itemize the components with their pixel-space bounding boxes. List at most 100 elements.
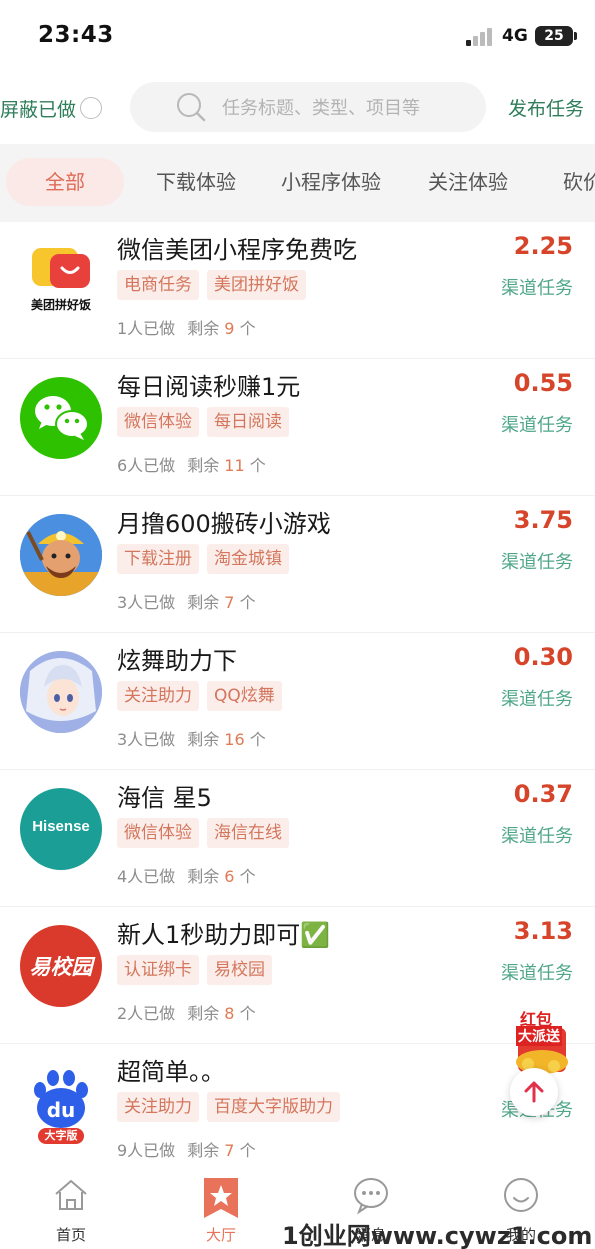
task-item[interactable]: 炫舞助力下 关注助力 QQ炫舞 3人已做 剩余 16 个 0.30 渠道任务 bbox=[0, 633, 595, 770]
search-input[interactable]: 任务标题、类型、项目等 bbox=[130, 82, 486, 132]
hide-done-toggle[interactable]: 屏蔽已做 bbox=[0, 94, 103, 122]
task-title: 新人1秒助力即可✅ bbox=[117, 921, 331, 949]
task-meta: 4人已做 剩余 6 个 bbox=[117, 863, 256, 887]
task-price: 2.25 bbox=[513, 232, 573, 260]
task-price: 0.55 bbox=[513, 369, 573, 397]
task-price: 0.37 bbox=[513, 780, 573, 808]
task-item[interactable]: 美团拼好饭 微信美团小程序免费吃 电商任务 美团拼好饭 1人已做 剩余 9 个 2… bbox=[0, 222, 595, 359]
remain-prefix: 剩余 bbox=[187, 730, 220, 749]
task-tag: 认证绑卡 bbox=[117, 955, 199, 985]
task-item[interactable]: 每日阅读秒赚1元 微信体验 每日阅读 6人已做 剩余 11 个 0.55 渠道任务 bbox=[0, 359, 595, 496]
yixiaoyuan-icon-text: 易校园 bbox=[29, 955, 93, 979]
remain-suffix: 个 bbox=[239, 1141, 256, 1160]
scroll-top-button[interactable] bbox=[510, 1068, 558, 1116]
done-count: 4人已做 bbox=[117, 867, 176, 886]
home-icon bbox=[55, 1180, 87, 1210]
watermark-text: 1创业网www.cywz1.com bbox=[282, 1222, 593, 1249]
task-tag: 易校园 bbox=[207, 955, 272, 985]
tab-mini-program[interactable]: 小程序体验 bbox=[281, 158, 381, 206]
remain-count: 6 bbox=[224, 867, 235, 886]
done-count: 2人已做 bbox=[117, 1004, 176, 1023]
task-meta: 2人已做 剩余 8 个 bbox=[117, 1000, 256, 1024]
done-count: 6人已做 bbox=[117, 456, 176, 475]
meituan-pinhaofan-icon: 美团拼好饭 bbox=[20, 240, 102, 322]
task-title: 微信美团小程序免费吃 bbox=[117, 236, 357, 264]
qq-dance-icon bbox=[20, 651, 102, 733]
publish-task-button[interactable]: 发布任务 bbox=[508, 94, 584, 121]
task-tag: 每日阅读 bbox=[207, 407, 289, 437]
baidu-icon-subtext: 大字版 bbox=[44, 1129, 78, 1142]
nav-home[interactable]: 首页 bbox=[21, 1174, 121, 1245]
task-channel: 渠道任务 bbox=[501, 278, 573, 299]
task-meta: 1人已做 剩余 9 个 bbox=[117, 315, 256, 339]
remain-count: 7 bbox=[224, 593, 235, 612]
baidu-du-icon: du 大字版 bbox=[20, 1062, 102, 1144]
remain-count: 8 bbox=[224, 1004, 235, 1023]
remain-prefix: 剩余 bbox=[187, 319, 220, 338]
profile-icon bbox=[504, 1178, 538, 1212]
task-price: 3.13 bbox=[513, 917, 573, 945]
task-tag: 百度大字版助力 bbox=[207, 1092, 340, 1122]
task-tag: 关注助力 bbox=[117, 681, 199, 711]
category-tabs: 全部 下载体验 小程序体验 关注体验 砍价 bbox=[0, 144, 595, 222]
remain-count: 11 bbox=[224, 456, 245, 475]
tab-download[interactable]: 下载体验 bbox=[156, 158, 236, 206]
task-item[interactable]: Hisense 海信 星5 微信体验 海信在线 4人已做 剩余 6 个 0.37 … bbox=[0, 770, 595, 907]
remain-prefix: 剩余 bbox=[187, 456, 220, 475]
task-title: 超简单。。 bbox=[117, 1058, 225, 1086]
task-price: 3.75 bbox=[513, 506, 573, 534]
arrow-up-icon bbox=[524, 1081, 544, 1103]
nav-hall-label: 大厅 bbox=[205, 1226, 236, 1244]
red-packet-line2: 大派送 bbox=[516, 1026, 562, 1046]
task-meta: 6人已做 剩余 11 个 bbox=[117, 452, 266, 476]
task-tags: 微信体验 每日阅读 bbox=[117, 407, 297, 437]
search-row: 屏蔽已做 任务标题、类型、项目等 发布任务 bbox=[0, 72, 595, 144]
message-icon bbox=[354, 1178, 388, 1215]
task-channel: 渠道任务 bbox=[501, 552, 573, 573]
tab-bargain[interactable]: 砍价 bbox=[563, 158, 595, 206]
remain-suffix: 个 bbox=[249, 730, 266, 749]
remain-suffix: 个 bbox=[249, 456, 266, 475]
task-title: 炫舞助力下 bbox=[117, 647, 237, 675]
task-channel: 渠道任务 bbox=[501, 689, 573, 710]
hisense-icon-text: Hisense bbox=[32, 818, 90, 835]
task-title: 每日阅读秒赚1元 bbox=[117, 373, 301, 401]
status-time: 23:43 bbox=[38, 22, 114, 48]
task-channel: 渠道任务 bbox=[501, 963, 573, 984]
task-item[interactable]: 月撸600搬砖小游戏 下载注册 淘金城镇 3人已做 剩余 7 个 3.75 渠道任… bbox=[0, 496, 595, 633]
remain-prefix: 剩余 bbox=[187, 593, 220, 612]
miner-game-icon bbox=[20, 514, 102, 596]
task-tag: 美团拼好饭 bbox=[207, 270, 306, 300]
task-tag: 微信体验 bbox=[117, 407, 199, 437]
task-tags: 关注助力 QQ炫舞 bbox=[117, 681, 290, 711]
wechat-icon bbox=[20, 377, 102, 459]
remain-suffix: 个 bbox=[239, 319, 256, 338]
remain-suffix: 个 bbox=[239, 1004, 256, 1023]
status-bar: 23:43 4G 25 bbox=[0, 0, 595, 72]
task-tag: 下载注册 bbox=[117, 544, 199, 574]
tab-all[interactable]: 全部 bbox=[6, 158, 124, 206]
tab-follow[interactable]: 关注体验 bbox=[428, 158, 508, 206]
task-tags: 认证绑卡 易校园 bbox=[117, 955, 280, 985]
done-count: 1人已做 bbox=[117, 319, 176, 338]
hisense-icon: Hisense bbox=[20, 788, 102, 870]
task-tag: 微信体验 bbox=[117, 818, 199, 848]
remain-suffix: 个 bbox=[239, 867, 256, 886]
remain-prefix: 剩余 bbox=[187, 1141, 220, 1160]
task-tags: 微信体验 海信在线 bbox=[117, 818, 297, 848]
task-tags: 关注助力 百度大字版助力 bbox=[117, 1092, 348, 1122]
hide-done-label: 屏蔽已做 bbox=[0, 98, 77, 121]
remain-suffix: 个 bbox=[239, 593, 256, 612]
task-channel: 渠道任务 bbox=[501, 826, 573, 847]
task-tags: 下载注册 淘金城镇 bbox=[117, 544, 297, 574]
nav-hall[interactable]: 大厅 bbox=[171, 1174, 271, 1245]
search-placeholder: 任务标题、类型、项目等 bbox=[222, 98, 420, 119]
remain-count: 9 bbox=[224, 319, 235, 338]
hide-done-radio[interactable] bbox=[80, 97, 103, 119]
task-meta: 3人已做 剩余 16 个 bbox=[117, 726, 266, 750]
signal-icon bbox=[466, 28, 496, 46]
task-tag: 海信在线 bbox=[207, 818, 289, 848]
remain-count: 16 bbox=[224, 730, 245, 749]
nav-home-label: 首页 bbox=[55, 1226, 86, 1244]
done-count: 3人已做 bbox=[117, 593, 176, 612]
